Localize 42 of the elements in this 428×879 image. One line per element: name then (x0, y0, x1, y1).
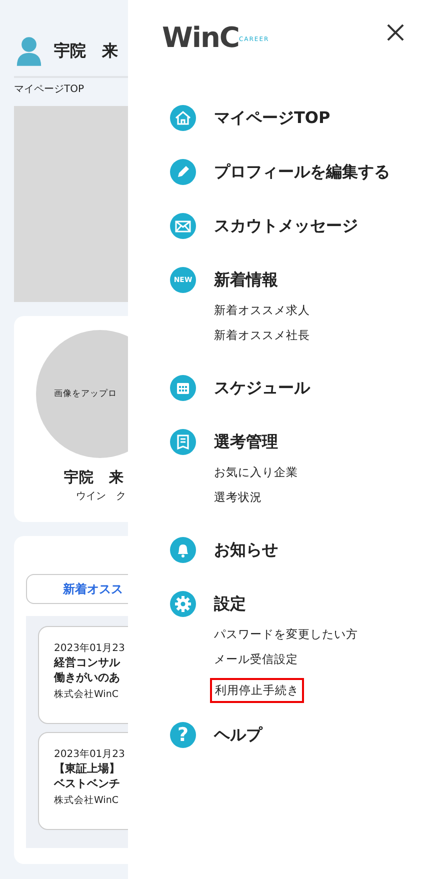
job-company: 株式会社WinC (54, 794, 120, 807)
submenu-item[interactable]: 新着オススメ求人 (214, 298, 310, 323)
mail-icon (170, 213, 196, 239)
job-date: 2023年01月23 (54, 642, 126, 655)
job-title: 経営コンサル (54, 655, 121, 670)
logo-text: WinC (162, 24, 239, 52)
home-icon (170, 105, 196, 131)
profile-name: 宇院 来 (64, 468, 125, 487)
bell-icon (170, 537, 196, 563)
submenu-item[interactable]: 利用停止手続き (212, 680, 302, 701)
profile-kana: ウイン ク (76, 490, 127, 503)
recommend-tab[interactable]: 新着オスス (26, 574, 128, 604)
menu-item[interactable]: スカウトメッセージ (170, 212, 428, 240)
job-title: 働きがいのあ (54, 670, 121, 686)
job-title: ベストベンチ (54, 776, 121, 792)
settings-icon (170, 591, 196, 617)
menu-icon: ? (170, 722, 196, 748)
close-icon[interactable] (387, 24, 404, 41)
job-card[interactable]: 2023年01月23 【東証上場】 ベストベンチ 株式会社WinC (38, 732, 128, 830)
user-name: 宇院 来 (54, 40, 118, 62)
menu-item[interactable]: お知らせ (170, 536, 428, 564)
avatar-upload[interactable]: 画像をアップロ (36, 330, 128, 458)
job-date: 2023年01月23 (54, 748, 126, 761)
submenu-item[interactable]: メール受信設定 (214, 647, 298, 672)
menu-item[interactable]: 設定 (170, 590, 428, 618)
breadcrumb[interactable]: マイページTOP (14, 78, 128, 100)
job-company: 株式会社WinC (54, 688, 120, 701)
submenu-item[interactable]: パスワードを変更したい方 (214, 622, 358, 647)
submenu-item[interactable]: 新着オススメ社長 (214, 323, 310, 348)
menu-item[interactable]: 選考管理 (170, 428, 428, 456)
menu-item[interactable]: マイページTOP (170, 104, 428, 132)
menu-item[interactable]: プロフィールを編集する (170, 158, 428, 186)
menu-item[interactable]: スケジュール (170, 374, 428, 402)
menu-item[interactable]: ? ヘルプ (170, 721, 428, 749)
pencil-icon (170, 159, 196, 185)
user-icon (16, 36, 42, 66)
job-card[interactable]: 2023年01月23 経営コンサル 働きがいのあ 株式会社WinC (38, 626, 128, 724)
clipboard-icon (170, 429, 196, 455)
job-title: 【東証上場】 (54, 761, 121, 776)
submenu-item[interactable]: 選考状況 (214, 485, 262, 510)
submenu-item[interactable]: お気に入り企業 (214, 460, 298, 485)
calendar-icon (170, 375, 196, 401)
